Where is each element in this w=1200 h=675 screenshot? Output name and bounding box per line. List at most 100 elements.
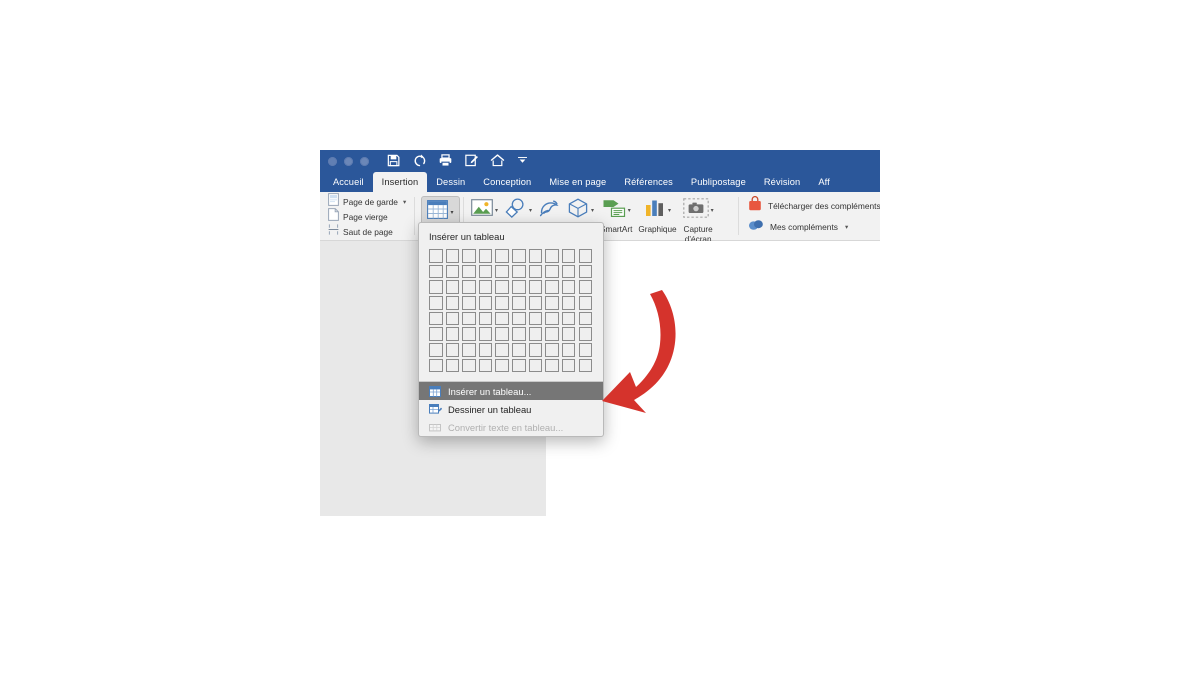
tab-revision[interactable]: Révision bbox=[755, 172, 809, 192]
menu-item-dessiner-un-tableau[interactable]: Dessiner un tableau bbox=[419, 400, 603, 418]
menu-item-inserer-un-tableau[interactable]: Insérer un tableau... bbox=[419, 382, 603, 401]
table-grid-cell[interactable] bbox=[561, 249, 576, 263]
chevron-down-icon[interactable]: ▾ bbox=[711, 207, 714, 214]
save-icon[interactable] bbox=[386, 153, 401, 168]
table-grid-cell[interactable] bbox=[445, 327, 460, 341]
table-grid-cell[interactable] bbox=[545, 280, 559, 294]
download-addins-button[interactable]: Télécharger des compléments bbox=[748, 195, 880, 214]
tab-dessin[interactable]: Dessin bbox=[427, 172, 474, 192]
table-grid-cell[interactable] bbox=[495, 343, 509, 357]
tab-affichage[interactable]: Aff bbox=[809, 172, 839, 192]
table-grid-cell[interactable] bbox=[462, 280, 476, 294]
zoom-button[interactable] bbox=[360, 157, 369, 166]
table-grid-cell[interactable] bbox=[495, 264, 509, 279]
table-grid-cell[interactable] bbox=[429, 358, 443, 373]
table-grid-cell[interactable] bbox=[478, 327, 493, 341]
table-grid-cell[interactable] bbox=[545, 343, 559, 357]
table-grid-cell[interactable] bbox=[528, 327, 543, 341]
table-grid-cell[interactable] bbox=[478, 296, 493, 310]
table-grid-cell[interactable] bbox=[512, 327, 526, 341]
blank-page-button[interactable]: Page vierge bbox=[326, 208, 408, 224]
table-grid-cell[interactable] bbox=[528, 343, 543, 357]
edit-icon[interactable] bbox=[464, 153, 479, 168]
table-grid-cell[interactable] bbox=[545, 296, 559, 310]
table-grid-cell[interactable] bbox=[561, 327, 576, 341]
tab-references[interactable]: Références bbox=[615, 172, 682, 192]
table-grid-cell[interactable] bbox=[429, 296, 443, 310]
table-grid-cell[interactable] bbox=[429, 327, 443, 341]
table-grid-cell[interactable] bbox=[578, 280, 593, 294]
table-grid-cell[interactable] bbox=[462, 343, 476, 357]
picture-button[interactable]: ▾ bbox=[468, 196, 501, 225]
table-grid-cell[interactable] bbox=[445, 296, 460, 310]
tab-conception[interactable]: Conception bbox=[474, 172, 540, 192]
table-grid-cell[interactable] bbox=[561, 358, 576, 373]
undo-icon[interactable] bbox=[412, 153, 427, 168]
chevron-down-icon[interactable] bbox=[516, 153, 531, 168]
cover-page-button[interactable]: Page de garde ▾ bbox=[326, 193, 408, 209]
table-grid-cell[interactable] bbox=[578, 343, 593, 357]
table-grid-cell[interactable] bbox=[545, 358, 559, 373]
chart-button[interactable]: ▾ Graphique bbox=[635, 196, 679, 235]
table-grid-cell[interactable] bbox=[545, 249, 559, 263]
print-icon[interactable] bbox=[438, 153, 453, 168]
table-grid-cell[interactable] bbox=[462, 311, 476, 326]
page-break-button[interactable]: Saut de page bbox=[326, 224, 408, 239]
table-grid-cell[interactable] bbox=[512, 311, 526, 326]
table-grid-cell[interactable] bbox=[545, 327, 559, 341]
table-grid-cell[interactable] bbox=[528, 296, 543, 310]
table-grid-cell[interactable] bbox=[495, 296, 509, 310]
table-grid-cell[interactable] bbox=[445, 280, 460, 294]
table-grid-cell[interactable] bbox=[445, 343, 460, 357]
table-grid-cell[interactable] bbox=[495, 311, 509, 326]
table-grid-cell[interactable] bbox=[478, 280, 493, 294]
table-grid-cell[interactable] bbox=[478, 249, 493, 263]
chevron-down-icon[interactable]: ▾ bbox=[529, 207, 532, 214]
table-grid-cell[interactable] bbox=[495, 327, 509, 341]
table-grid-cell[interactable] bbox=[512, 343, 526, 357]
table-grid-cell[interactable] bbox=[462, 296, 476, 310]
table-size-grid[interactable] bbox=[419, 249, 603, 381]
table-grid-cell[interactable] bbox=[478, 358, 493, 373]
table-grid-cell[interactable] bbox=[429, 264, 443, 279]
chevron-down-icon[interactable]: ▾ bbox=[668, 207, 671, 214]
table-grid-cell[interactable] bbox=[528, 264, 543, 279]
table-grid-cell[interactable] bbox=[512, 296, 526, 310]
chevron-down-icon[interactable]: ▾ bbox=[450, 209, 453, 216]
chevron-down-icon[interactable]: ▾ bbox=[591, 207, 594, 214]
table-grid-cell[interactable] bbox=[528, 249, 543, 263]
tab-publipostage[interactable]: Publipostage bbox=[682, 172, 755, 192]
table-grid-cell[interactable] bbox=[578, 358, 593, 373]
table-grid-cell[interactable] bbox=[578, 311, 593, 326]
table-grid-cell[interactable] bbox=[462, 249, 476, 263]
table-grid-cell[interactable] bbox=[495, 358, 509, 373]
table-grid-cell[interactable] bbox=[512, 280, 526, 294]
table-grid-cell[interactable] bbox=[561, 280, 576, 294]
chevron-down-icon[interactable]: ▾ bbox=[403, 198, 406, 206]
table-grid-cell[interactable] bbox=[578, 249, 593, 263]
table-grid-cell[interactable] bbox=[578, 296, 593, 310]
tab-insertion[interactable]: Insertion bbox=[372, 172, 428, 192]
chevron-down-icon[interactable]: ▾ bbox=[495, 207, 498, 214]
table-grid-cell[interactable] bbox=[561, 264, 576, 279]
table-grid-cell[interactable] bbox=[528, 358, 543, 373]
table-grid-cell[interactable] bbox=[528, 311, 543, 326]
table-grid-cell[interactable] bbox=[429, 249, 443, 263]
table-grid-cell[interactable] bbox=[528, 280, 543, 294]
table-grid-cell[interactable] bbox=[512, 358, 526, 373]
screenshot-button[interactable]: ▾ Capture d’écran bbox=[680, 196, 717, 244]
table-grid-cell[interactable] bbox=[561, 296, 576, 310]
table-grid-cell[interactable] bbox=[462, 358, 476, 373]
table-grid-cell[interactable] bbox=[478, 343, 493, 357]
table-grid-cell[interactable] bbox=[462, 327, 476, 341]
table-grid-cell[interactable] bbox=[578, 327, 593, 341]
minimize-button[interactable] bbox=[344, 157, 353, 166]
table-grid-cell[interactable] bbox=[512, 249, 526, 263]
chevron-down-icon[interactable]: ▾ bbox=[628, 207, 631, 214]
tab-accueil[interactable]: Accueil bbox=[324, 172, 373, 192]
table-grid-cell[interactable] bbox=[445, 358, 460, 373]
table-grid-cell[interactable] bbox=[445, 249, 460, 263]
table-grid-cell[interactable] bbox=[462, 264, 476, 279]
chevron-down-icon[interactable]: ▾ bbox=[845, 223, 848, 231]
shapes-button[interactable]: ▾ bbox=[501, 196, 535, 225]
